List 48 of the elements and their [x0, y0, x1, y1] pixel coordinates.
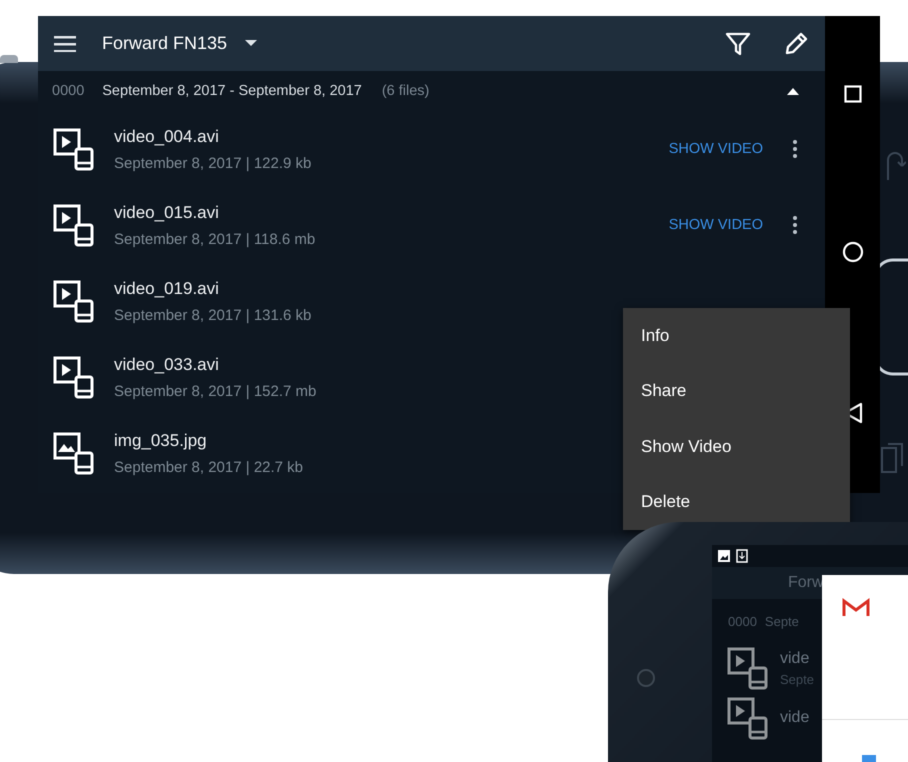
group-code: 0000: [52, 83, 84, 99]
video-file-icon: [726, 646, 770, 690]
dropdown-caret-icon[interactable]: [245, 40, 258, 47]
file-details: September 8, 2017 | 122.9 kb: [114, 154, 312, 172]
file-details: September 8, 2017 | 131.6 kb: [114, 306, 312, 324]
menu-item[interactable]: Show Video: [623, 436, 850, 457]
file-name: vide: [780, 650, 810, 668]
file-details: September 8, 2017 | 22.7 kb: [114, 458, 304, 476]
menu-item[interactable]: Info: [623, 326, 850, 346]
filter-icon[interactable]: [725, 30, 751, 56]
group-code: 0000: [728, 614, 757, 628]
video-file-icon: [52, 127, 96, 171]
date-range: Septe: [764, 614, 799, 628]
file-name[interactable]: video_004.avi: [114, 126, 219, 146]
image-file-icon: [52, 431, 96, 475]
recents-icon[interactable]: [844, 85, 862, 104]
video-file-icon: [52, 203, 96, 247]
image-status-icon: [718, 550, 730, 562]
menu-item[interactable]: Delete: [623, 492, 850, 512]
file-details: September 8, 2017 | 118.6 mb: [114, 230, 316, 248]
video-file-icon: [726, 696, 770, 740]
video-file-icon: [52, 279, 96, 323]
more-options-icon[interactable]: [793, 216, 797, 234]
file-details: September 8, 2017 | 152.7 mb: [114, 382, 316, 400]
file-name[interactable]: video_015.avi: [114, 202, 219, 222]
file-name[interactable]: video_019.avi: [114, 278, 219, 298]
file-count: (6 files): [382, 83, 430, 99]
file-name[interactable]: video_033.avi: [114, 354, 219, 374]
menu-item[interactable]: Share: [623, 381, 850, 402]
download-status-icon: [736, 549, 748, 563]
home-icon[interactable]: [842, 241, 864, 264]
date-range: September 8, 2017 - September 8, 2017: [102, 83, 362, 99]
show-video-link[interactable]: SHOW VIDEO: [664, 137, 767, 161]
device-title[interactable]: Forward FN135: [102, 33, 228, 54]
file-name[interactable]: img_035.jpg: [114, 430, 207, 450]
more-options-icon[interactable]: [793, 140, 797, 158]
recents-key-icon: [880, 440, 906, 476]
menu-icon[interactable]: [54, 36, 76, 52]
side-key: [0, 55, 18, 63]
file-name: vide: [780, 709, 810, 727]
file-details: Septe: [780, 672, 814, 686]
device-title: Forw: [788, 574, 824, 592]
camera-icon: [636, 668, 656, 688]
show-video-link[interactable]: SHOW VIDEO: [664, 213, 767, 237]
pencil-icon[interactable]: [783, 30, 809, 56]
video-file-icon: [52, 355, 96, 399]
mail-app-icon[interactable]: [842, 598, 870, 618]
collapse-caret-icon[interactable]: [787, 88, 799, 94]
